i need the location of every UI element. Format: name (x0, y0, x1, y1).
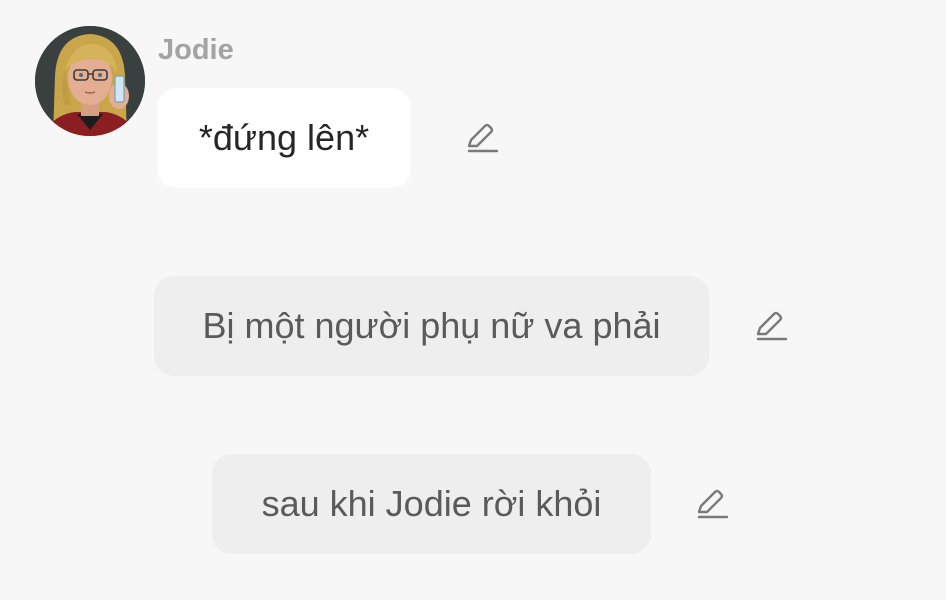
narration-message-bubble[interactable]: Bị một người phụ nữ va phải (154, 276, 709, 376)
pencil-edit-icon[interactable] (693, 486, 729, 522)
avatar[interactable] (35, 26, 145, 136)
narration-message-bubble[interactable]: sau khi Jodie rời khỏi (212, 454, 651, 554)
dialogue-message-bubble[interactable]: *đứng lên* (157, 88, 411, 188)
pencil-edit-icon[interactable] (463, 120, 499, 156)
avatar-portrait-image (35, 26, 145, 136)
pencil-edit-icon[interactable] (752, 308, 788, 344)
sender-name: Jodie (158, 34, 234, 66)
